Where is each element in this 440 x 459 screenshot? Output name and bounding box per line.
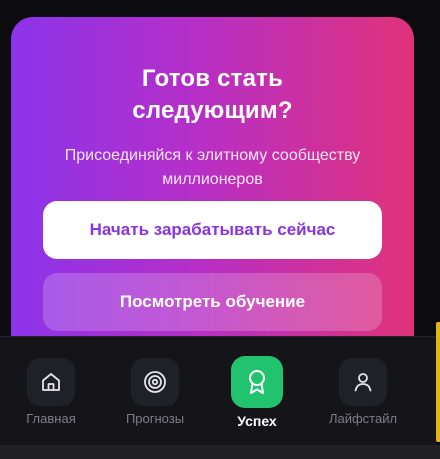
cta-title: Готов стать следующим? [11,63,414,127]
user-icon [339,358,387,406]
cta-subtitle: Присоединяйся к элитному сообществу милл… [31,144,394,192]
nav-label: Главная [26,411,76,426]
nav-item-predictions[interactable]: Прогнозы [105,337,205,446]
cta-title-line: следующим? [132,97,293,124]
cta-subtitle-line: Присоединяйся к элитному сообществу [64,147,361,164]
cta-subtitle-line: миллионеров [162,171,263,188]
nav-label: Лайфстайл [328,411,398,426]
nav-label: Прогнозы [125,411,185,426]
nav-item-success[interactable]: Успех [207,337,307,446]
home-icon [27,358,75,406]
nav-item-lifestyle[interactable]: Лайфстайл [313,337,413,446]
target-icon [131,358,179,406]
watch-tutorial-button[interactable]: Посмотреть обучение [43,273,382,331]
nav-label: Успех [237,413,277,429]
bottom-strip [0,445,440,459]
scroll-accent-bar [436,322,440,442]
start-earning-button[interactable]: Начать зарабатывать сейчас [43,201,382,259]
award-icon [231,356,283,408]
nav-item-home[interactable]: Главная [1,337,101,446]
bottom-nav: Главная Прогнозы Успех Лайфстайл [0,336,436,446]
app-screen: Готов стать следующим? Присоединяйся к э… [0,0,440,459]
cta-title-line: Готов стать [141,65,284,92]
